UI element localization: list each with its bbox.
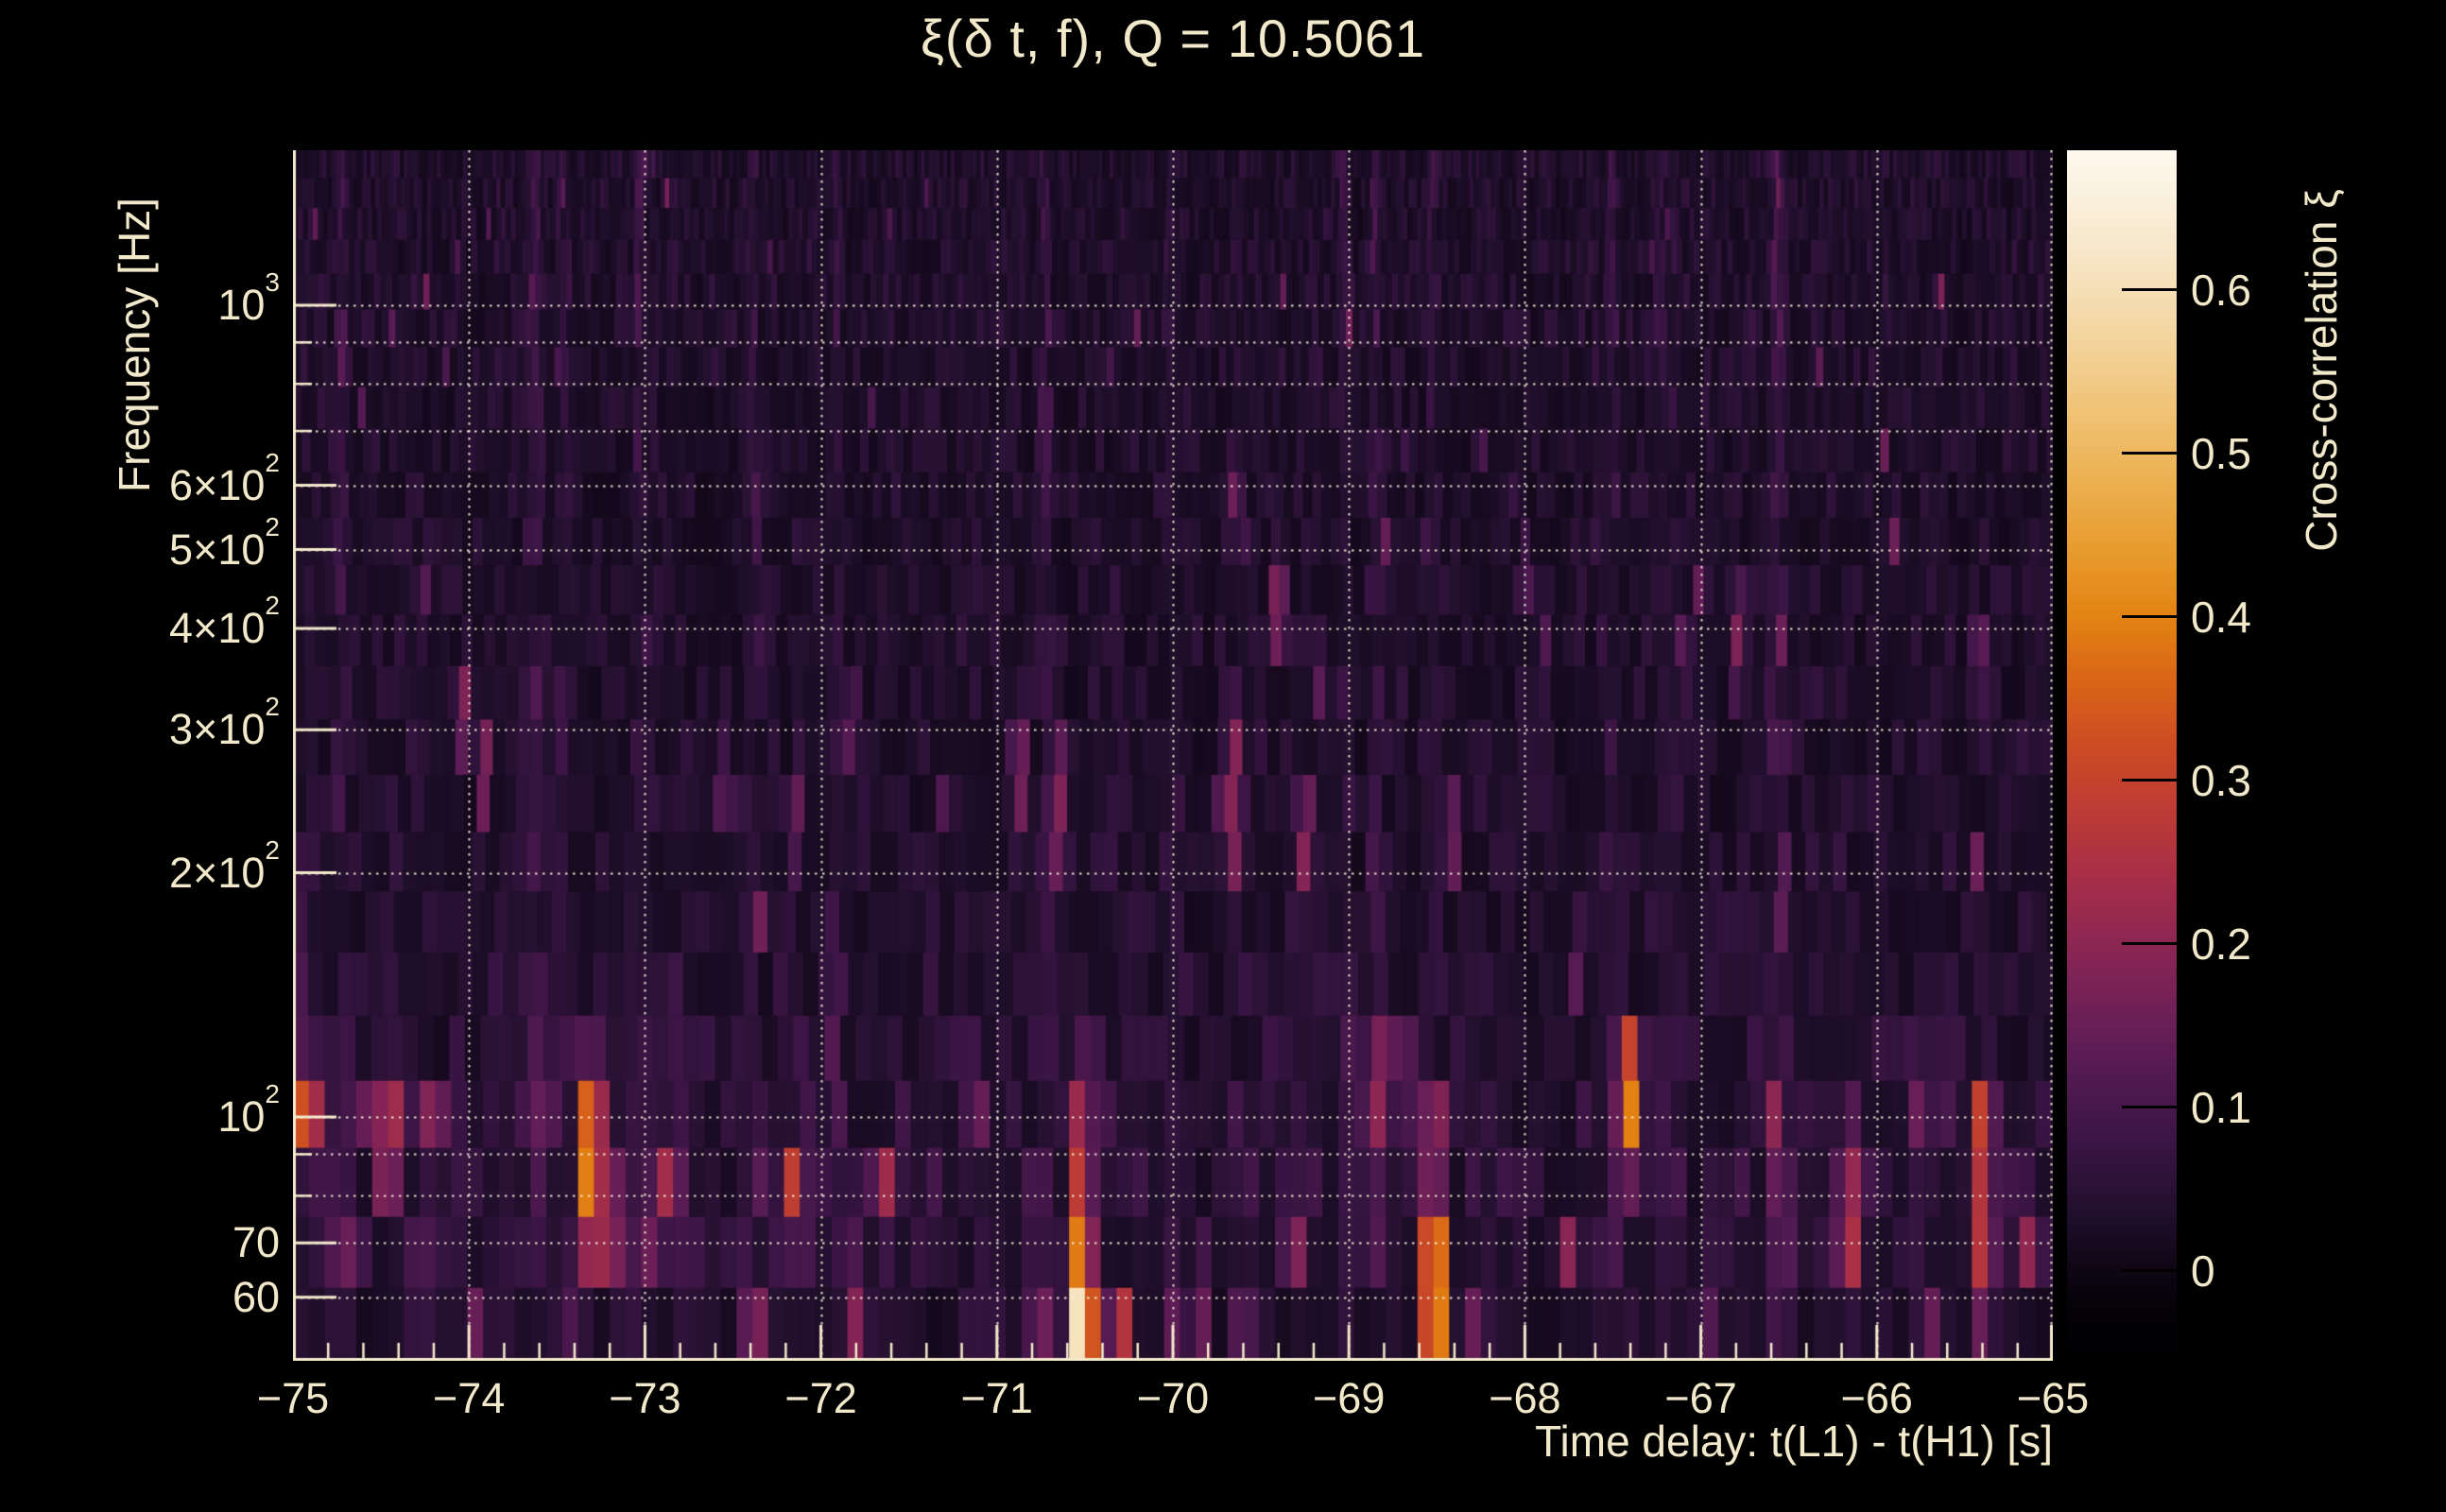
colorbar-tick-mark bbox=[2122, 615, 2177, 619]
colorbar-tick-label: 0.1 bbox=[2191, 1082, 2251, 1132]
y-tick-label: 5×102 bbox=[169, 511, 280, 574]
heatmap-plot-area bbox=[293, 150, 2053, 1361]
y-tick-label: 70 bbox=[232, 1218, 280, 1267]
x-tick-label: −71 bbox=[960, 1374, 1033, 1422]
y-tick-label: 3×102 bbox=[169, 692, 280, 754]
colorbar-tick-label: 0 bbox=[2191, 1246, 2215, 1296]
colorbar-tick-mark bbox=[2122, 288, 2177, 292]
x-tick-label: −69 bbox=[1313, 1374, 1386, 1422]
y-tick-label: 60 bbox=[232, 1272, 280, 1321]
x-tick-label: −72 bbox=[784, 1374, 857, 1422]
colorbar-tick-label: 0.4 bbox=[2191, 592, 2251, 642]
colorbar-tick-label: 0.2 bbox=[2191, 919, 2251, 969]
colorbar-tick-mark bbox=[2122, 452, 2177, 455]
chart-title: ξ(δ t, f), Q = 10.5061 bbox=[920, 9, 1426, 68]
x-tick-label: −70 bbox=[1136, 1374, 1210, 1422]
colorbar-gradient bbox=[2067, 150, 2177, 1357]
y-tick-label: 2×102 bbox=[169, 834, 280, 897]
colorbar-tick-label: 0.5 bbox=[2191, 428, 2251, 478]
y-tick-label: 6×102 bbox=[169, 447, 280, 509]
colorbar-tick-mark bbox=[2122, 779, 2177, 782]
colorbar-tick-label: 0.3 bbox=[2191, 755, 2251, 805]
y-tick-label: 102 bbox=[217, 1079, 280, 1142]
y-tick-label: 103 bbox=[217, 266, 280, 329]
colorbar-tick-mark bbox=[2122, 1269, 2177, 1273]
colorbar-tick-mark bbox=[2122, 942, 2177, 946]
x-axis-title: Time delay: t(L1) - t(H1) [s] bbox=[1535, 1417, 2053, 1466]
x-tick-label: −68 bbox=[1489, 1374, 1561, 1422]
x-tick-label: −65 bbox=[2016, 1374, 2090, 1422]
x-tick-label: −75 bbox=[256, 1374, 330, 1422]
x-tick-label: −74 bbox=[433, 1374, 506, 1422]
colorbar-title: Cross-correlation ξ bbox=[2297, 189, 2346, 552]
x-tick-label: −73 bbox=[609, 1374, 681, 1422]
colorbar-tick-label: 0.6 bbox=[2191, 265, 2251, 315]
x-tick-label: −67 bbox=[1664, 1374, 1737, 1422]
y-tick-label: 4×102 bbox=[169, 590, 280, 652]
figure-page: { "palette": { "background": "#000000", … bbox=[0, 0, 2446, 1512]
colorbar-tick-mark bbox=[2122, 1106, 2177, 1109]
x-tick-label: −66 bbox=[1840, 1374, 1913, 1422]
